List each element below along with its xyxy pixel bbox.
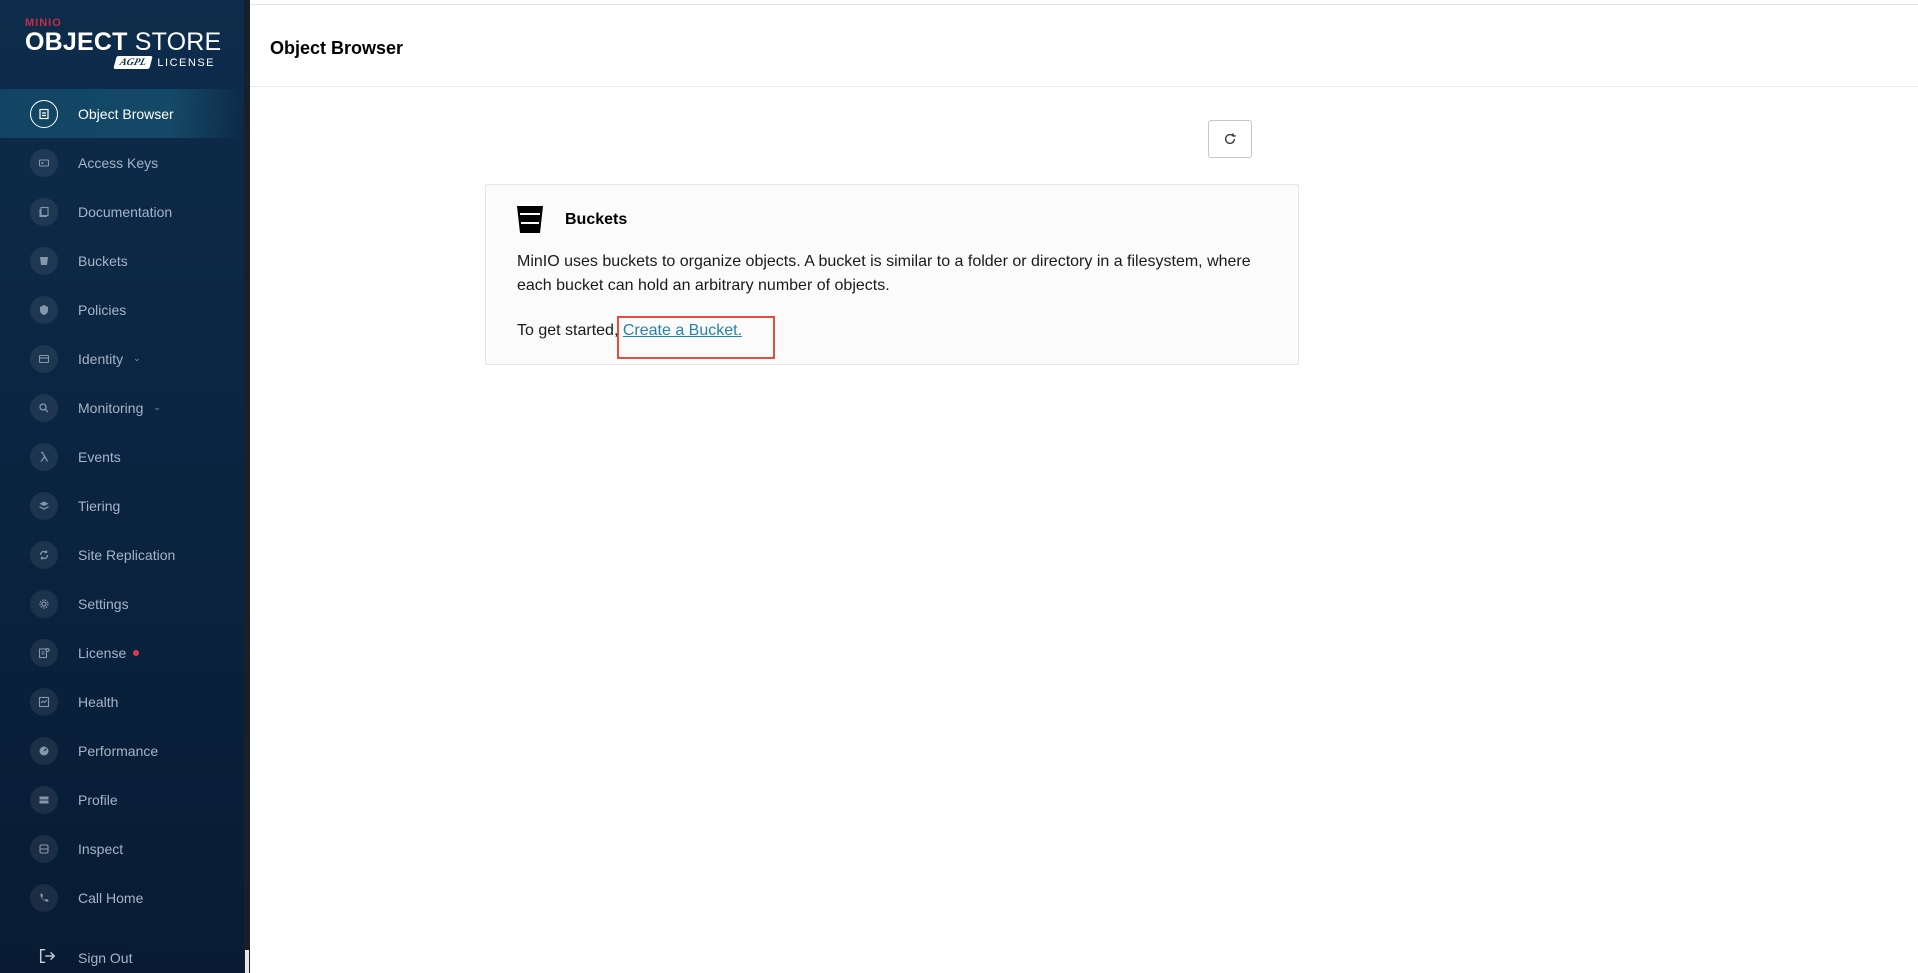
sidebar-item-health[interactable]: Health: [0, 677, 244, 726]
minio-logo[interactable]: MINIO OBJECT STORE AGPL LICENSE: [25, 18, 221, 74]
sidebar-item-label: Policies: [78, 301, 127, 318]
sidebar-item-documentation[interactable]: Documentation: [0, 187, 244, 236]
site-replication-icon: [30, 540, 58, 569]
sidebar-item-label: Settings: [78, 595, 129, 612]
sidebar-item-site-replication[interactable]: Site Replication: [0, 530, 244, 579]
lambda-icon: [30, 442, 58, 471]
access-keys-icon: [30, 148, 58, 177]
sidebar-item-policies[interactable]: Policies: [0, 285, 244, 334]
sidebar-item-profile[interactable]: Profile: [0, 775, 244, 824]
sidebar-item-access-keys[interactable]: Access Keys: [0, 138, 244, 187]
logo-product: OBJECT STORE: [25, 28, 221, 56]
chevron-down-icon[interactable]: ⌄: [133, 353, 141, 364]
sidebar-item-call-home[interactable]: Call Home: [0, 873, 244, 922]
sidebar-item-buckets[interactable]: Buckets: [0, 236, 244, 285]
main-content: Object Browser: [250, 0, 1918, 973]
sidebar-item-label: Access Keys: [78, 154, 159, 171]
sidebar: MINIO OBJECT STORE AGPL LICENSE Object B…: [0, 0, 244, 973]
sidebar-item-label: Documentation: [78, 203, 173, 220]
bucket-icon: [516, 204, 544, 234]
inspect-icon: [30, 834, 58, 863]
get-started-prefix: To get started,: [517, 322, 623, 339]
sidebar-item-label: Inspect: [78, 840, 124, 857]
logo-product-bold: OBJECT: [25, 28, 128, 56]
refresh-button[interactable]: [1208, 120, 1252, 158]
buckets-icon: [30, 246, 58, 275]
sidebar-item-label: Call Home: [78, 889, 144, 906]
phone-icon: [30, 883, 58, 912]
sign-out-icon: [38, 947, 56, 970]
gear-icon: [30, 589, 58, 618]
profile-icon: [30, 785, 58, 814]
policies-icon: [30, 295, 58, 324]
sidebar-item-object-browser[interactable]: Object Browser: [0, 89, 244, 138]
sidebar-item-label: Buckets: [78, 252, 128, 269]
health-icon: [30, 687, 58, 716]
sidebar-item-label: Events: [78, 448, 121, 465]
page-header: Object Browser: [250, 5, 1918, 87]
card-title: Buckets: [565, 211, 628, 228]
sign-out-button[interactable]: Sign Out: [0, 940, 244, 973]
sidebar-item-label: Performance: [78, 742, 159, 759]
sidebar-item-label: Identity: [78, 350, 124, 367]
sidebar-item-settings[interactable]: Settings: [0, 579, 244, 628]
sidebar-item-inspect[interactable]: Inspect: [0, 824, 244, 873]
sidebar-item-events[interactable]: Events: [0, 432, 244, 481]
page-title: Object Browser: [270, 38, 404, 58]
logo-license-text: LICENSE: [157, 56, 215, 69]
sidebar-item-label: Tiering: [78, 497, 121, 514]
sidebar-item-label: Profile: [78, 791, 118, 808]
logo-license-row: AGPL LICENSE: [25, 56, 215, 69]
sidebar-item-monitoring[interactable]: Monitoring ⌄: [0, 383, 244, 432]
sidebar-nav: Object Browser Access Keys Documentation Bu…: [0, 89, 244, 922]
sidebar-scrollbar-thumb[interactable]: [245, 950, 249, 973]
sidebar-item-label: Object Browser: [78, 105, 174, 122]
license-icon: [30, 638, 58, 667]
sidebar-item-label: Site Replication: [78, 546, 176, 563]
tiering-icon: [30, 491, 58, 520]
sidebar-item-license[interactable]: License: [0, 628, 244, 677]
sidebar-item-label: Health: [78, 693, 119, 710]
object-browser-icon: [30, 99, 58, 128]
refresh-icon: [1223, 132, 1237, 146]
license-alert-badge: [133, 649, 140, 656]
app-window: MINIO OBJECT STORE AGPL LICENSE Object B…: [0, 0, 1918, 973]
sidebar-item-tiering[interactable]: Tiering: [0, 481, 244, 530]
logo-product-light: STORE: [134, 28, 222, 56]
documentation-icon: [30, 197, 58, 226]
sidebar-item-label: License: [78, 644, 127, 661]
buckets-info-card: Buckets MinIO uses buckets to organize o…: [485, 184, 1299, 365]
monitoring-icon: [30, 393, 58, 422]
sidebar-item-performance[interactable]: Performance: [0, 726, 244, 775]
identity-icon: [30, 344, 58, 373]
chevron-down-icon[interactable]: ⌄: [153, 402, 161, 413]
sidebar-item-identity[interactable]: Identity ⌄: [0, 334, 244, 383]
sign-out-label: Sign Out: [78, 950, 133, 966]
agpl-badge: AGPL: [113, 56, 154, 69]
get-started-text: To get started, Create a Bucket.: [517, 322, 742, 340]
sidebar-item-label: Monitoring: [78, 399, 144, 416]
performance-icon: [30, 736, 58, 765]
card-description: MinIO uses buckets to organize objects. …: [517, 253, 1251, 294]
create-bucket-link[interactable]: Create a Bucket.: [623, 322, 742, 339]
